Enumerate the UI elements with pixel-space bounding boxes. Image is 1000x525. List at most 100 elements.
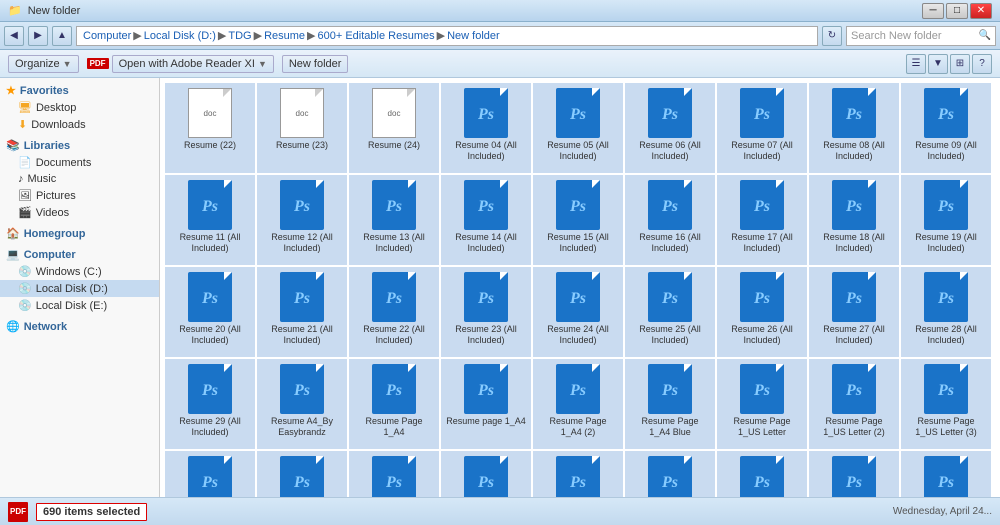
open-with-button[interactable]: Open with Adobe Reader XI ▼ [112,55,274,73]
view-grid-button[interactable]: ⊞ [950,54,970,74]
path-tdg[interactable]: TDG [228,30,251,42]
list-item[interactable]: Ps Resume 28 (All Included) [901,267,991,357]
list-item[interactable]: Ps Resume 13 (All Included) [349,175,439,265]
path-localdiskd[interactable]: Local Disk (D:) [144,30,216,42]
computer-header[interactable]: 💻 Computer [0,246,159,263]
list-item[interactable]: Ps Resume Page 2_US Letter (2) [625,451,715,497]
back-button[interactable]: ◀ [4,26,24,46]
list-item[interactable]: Ps Resume 22 (All Included) [349,267,439,357]
list-item[interactable]: Ps Resume 25 (All Included) [625,267,715,357]
list-item[interactable]: Ps Resume 06 (All Included) [625,83,715,173]
minimize-button[interactable]: ─ [922,3,944,19]
list-item[interactable]: Ps Resume 26 (All Included) [717,267,807,357]
path-resume[interactable]: Resume [264,30,305,42]
ps-icon: Ps [372,364,416,414]
list-item[interactable]: Ps Resume 24 (All Included) [533,267,623,357]
list-item[interactable]: Ps Resume A4_By Easybrandz [257,359,347,449]
list-item[interactable]: Ps Resume 21 (All Included) [257,267,347,357]
list-item[interactable]: Ps Resume 11 (All Included) [165,175,255,265]
homegroup-icon: 🏠 [6,227,20,240]
organize-button[interactable]: Organize ▼ [8,55,79,73]
desktop-label: Desktop [36,102,76,114]
list-item[interactable]: Ps Resume 16 (All Included) [625,175,715,265]
forward-button[interactable]: ▶ [28,26,48,46]
list-item[interactable]: Ps Resume Page 1_A4 Blue [625,359,715,449]
view-details-button[interactable]: ▼ [928,54,948,74]
downloads-icon: ⬇ [18,118,27,131]
list-item[interactable]: Ps Resume Page 2_A4 (2) [349,451,439,497]
sidebar-item-music[interactable]: ♪ Music [0,171,159,187]
sidebar-item-documents[interactable]: 📄 Documents [0,154,159,171]
file-name: Resume 09 (All Included) [906,140,986,162]
list-item[interactable]: Ps Resume 15 (All Included) [533,175,623,265]
up-button[interactable]: ▲ [52,26,72,46]
close-button[interactable]: ✕ [970,3,992,19]
path-600resumes[interactable]: 600+ Editable Resumes [318,30,435,42]
list-item[interactable]: Ps Resume 18 (All Included) [809,175,899,265]
list-item[interactable]: Ps Resume_Page 1_A4 [901,451,991,497]
list-item[interactable]: Ps Resume Page 1_US Letter (2) [809,359,899,449]
homegroup-header[interactable]: 🏠 Homegroup [0,225,159,242]
list-item[interactable]: Ps Resume 09 (All Included) [901,83,991,173]
windows-label: Windows (C:) [36,266,102,278]
title-bar-title: New folder [28,5,81,17]
path-computer[interactable]: Computer [83,30,131,42]
list-item[interactable]: doc Resume (22) [165,83,255,173]
ps-icon: Ps [464,364,508,414]
list-item[interactable]: Ps Resume 20 (All Included) [165,267,255,357]
list-item[interactable]: Ps Resume Page 2_US Letter (3) [717,451,807,497]
list-item[interactable]: Ps Resume US_By Easybrandz [809,451,899,497]
list-item[interactable]: Ps Resume 23 (All Included) [441,267,531,357]
view-list-button[interactable]: ☰ [906,54,926,74]
sidebar-item-localdiskie[interactable]: 💿 Local Disk (E:) [0,297,159,314]
refresh-button[interactable]: ↻ [822,26,842,46]
list-item[interactable]: Ps Resume 07 (All Included) [717,83,807,173]
list-item[interactable]: Ps Resume page 2_A4 [257,451,347,497]
list-item[interactable]: Ps Resume 05 (All Included) [533,83,623,173]
network-header[interactable]: 🌐 Network [0,318,159,335]
ps-icon: Ps [832,88,876,138]
list-item[interactable]: Ps Resume 29 (All Included) [165,359,255,449]
title-bar-controls: ─ □ ✕ [922,3,992,19]
new-folder-button[interactable]: New folder [282,55,349,73]
list-item[interactable]: Ps Resume Page 2_Targeted Format_US Lett… [441,451,531,497]
ps-icon: Ps [464,272,508,322]
list-item[interactable]: Ps Resume 14 (All Included) [441,175,531,265]
status-pdf-icon: PDF [8,502,28,522]
list-item[interactable]: doc Resume (24) [349,83,439,173]
sidebar-item-downloads[interactable]: ⬇ Downloads [0,116,159,133]
sidebar-item-videos[interactable]: 🎬 Videos [0,204,159,221]
libraries-icon: 📚 [6,139,20,152]
sidebar-item-windows[interactable]: 💿 Windows (C:) [0,263,159,280]
libraries-header[interactable]: 📚 Libraries [0,137,159,154]
title-bar-left: 📁 New folder [8,4,80,17]
path-newfolder[interactable]: New folder [447,30,500,42]
address-path[interactable]: Computer ▶ Local Disk (D:) ▶ TDG ▶ Resum… [76,26,818,46]
list-item[interactable]: Ps Resume 17 (All Included) [717,175,807,265]
list-item[interactable]: Ps Resume Page 1_US Letter (3) [901,359,991,449]
status-bar: PDF 690 items selected Wednesday, April … [0,497,1000,525]
list-item[interactable]: Ps Resume 04 (All Included) [441,83,531,173]
ps-icon: Ps [924,272,968,322]
favorites-header[interactable]: ★ Favorites [0,82,159,99]
sidebar-item-localdiskd[interactable]: 💿 Local Disk (D:) [0,280,159,297]
list-item[interactable]: Ps Resume Page 1_US Letter [717,359,807,449]
list-item[interactable]: Ps Resume page 1_A4 [441,359,531,449]
list-item[interactable]: Ps Resume 12 (All Included) [257,175,347,265]
list-item[interactable]: doc Resume (23) [257,83,347,173]
help-button[interactable]: ? [972,54,992,74]
search-box[interactable]: Search New folder 🔍 [846,26,996,46]
sidebar-item-pictures[interactable]: 🖼 Pictures [0,187,159,204]
ps-icon: Ps [832,272,876,322]
maximize-button[interactable]: □ [946,3,968,19]
list-item[interactable]: Ps Resume Page 1_A4 (2) [533,359,623,449]
list-item[interactable]: Ps Resume 27 (All Included) [809,267,899,357]
list-item[interactable]: Ps Resume 19 (All Included) [901,175,991,265]
homegroup-label: Homegroup [24,228,86,240]
ps-icon: Ps [740,88,784,138]
list-item[interactable]: Ps Resume 08 (All Included) [809,83,899,173]
sidebar-item-desktop[interactable]: 🖥 Desktop [0,99,159,116]
list-item[interactable]: Ps Resume Page 1_A4 [349,359,439,449]
list-item[interactable]: Ps Resume Page 2_A4 [165,451,255,497]
list-item[interactable]: Ps Resume Page 2_US Letter [533,451,623,497]
